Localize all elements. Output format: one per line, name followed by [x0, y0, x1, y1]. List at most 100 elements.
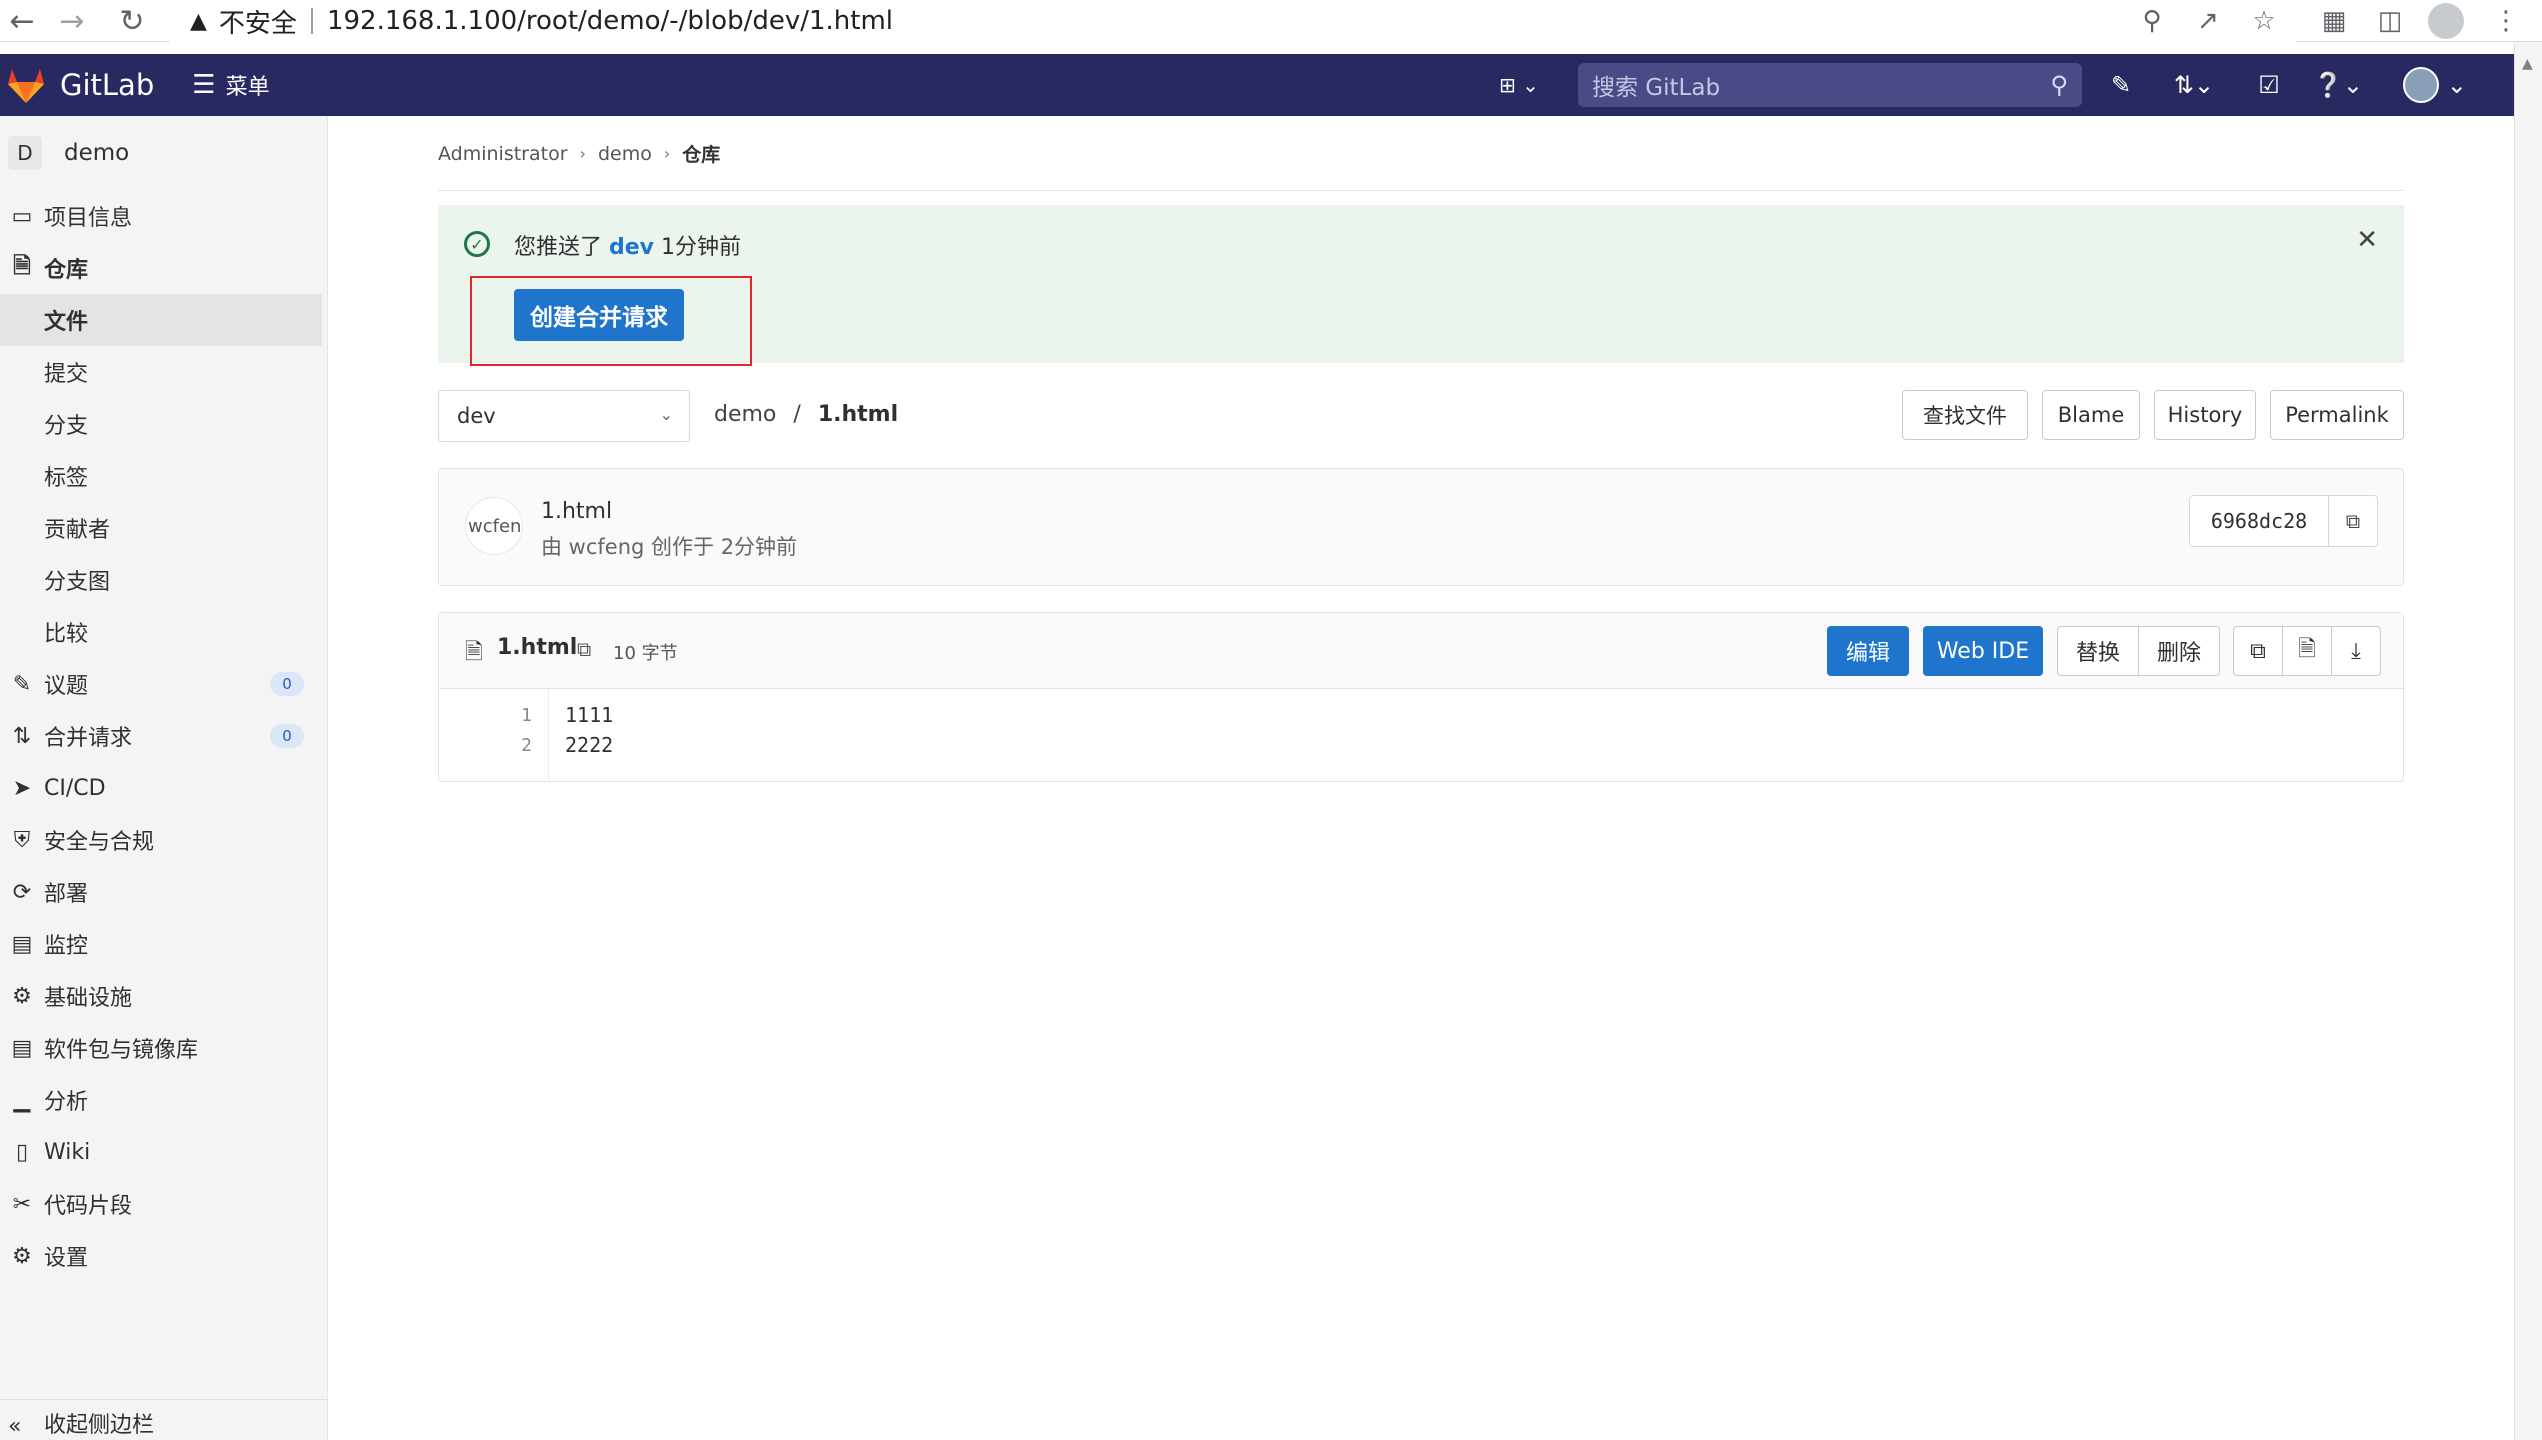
breadcrumb: Administrator › demo › 仓库 [438, 140, 720, 167]
bookmark-star-icon[interactable]: ☆ [2242, 0, 2286, 42]
breadcrumb-item-admin[interactable]: Administrator [438, 143, 568, 165]
sidebar-item-infrastructure[interactable]: ⚙ 基础设施 [0, 970, 327, 1022]
todos-nav-icon[interactable]: ☑ [2254, 66, 2284, 104]
profile-icon[interactable] [2424, 0, 2468, 42]
warning-icon: ▲ [190, 8, 207, 34]
shield-icon: ⛨ [13, 827, 31, 853]
browser-menu-icon[interactable]: ⋮ [2484, 0, 2528, 42]
new-dropdown-button[interactable]: ⊞ ⌄ [1494, 68, 1544, 102]
sidebar-item-cicd[interactable]: ➤ CI/CD [0, 762, 327, 814]
help-nav-icon[interactable]: ❔⌄ [2310, 66, 2366, 104]
blame-button[interactable]: Blame [2042, 390, 2140, 440]
path-root-link[interactable]: demo [714, 402, 776, 427]
monitor-icon: ▤ [11, 931, 33, 957]
gear-icon: ⚙ [12, 1243, 32, 1269]
sidebar-item-project-info[interactable]: ▭ 项目信息 [0, 190, 327, 242]
security-label: 不安全 [218, 8, 297, 39]
chevron-down-icon: ⌄ [659, 405, 673, 424]
scroll-up-icon[interactable]: ▲ [2522, 56, 2533, 72]
sidebar-item-files[interactable]: 文件 [0, 294, 322, 346]
chevron-right-icon: › [579, 144, 586, 163]
gitlab-logo[interactable]: GitLab [6, 66, 154, 104]
merge-requests-nav-icon[interactable]: ⇅⌄ [2168, 66, 2220, 104]
close-icon[interactable]: ✕ [2356, 225, 2378, 255]
sidebar-item-analytics[interactable]: ▁ 分析 [0, 1074, 327, 1126]
commit-sha[interactable]: 6968dc28 [2189, 495, 2329, 547]
chevron-down-icon: ⌄ [2446, 71, 2467, 99]
sidebar-item-deployments[interactable]: ⟳ 部署 [0, 866, 327, 918]
replace-button[interactable]: 替换 [2057, 626, 2139, 676]
sidebar-item-compare[interactable]: 比较 [0, 606, 327, 658]
file-header: 🗎 1.html ⧉ 10 字节 编辑 Web IDE 替换 删除 ⧉ 🗎 ⤓ [439, 613, 2403, 689]
sidebar-item-snippets[interactable]: ✂ 代码片段 [0, 1178, 327, 1230]
forward-icon[interactable]: → [50, 0, 94, 42]
sidebar-item-commits[interactable]: 提交 [0, 346, 327, 398]
browser-toolbar: ← → ↻ ▲ 不安全 192.168.1.100/root/demo/-/bl… [0, 0, 2542, 42]
history-button[interactable]: History [2154, 390, 2256, 440]
sidebar-item-monitor[interactable]: ▤ 监控 [0, 918, 327, 970]
menu-button[interactable]: ☰ 菜单 [192, 69, 269, 101]
permalink-button[interactable]: Permalink [2270, 390, 2404, 440]
sidebar-item-tags[interactable]: 标签 [0, 450, 327, 502]
collapse-icon: « [8, 1414, 22, 1439]
find-file-button[interactable]: 查找文件 [1902, 390, 2028, 440]
sidebar-item-graph[interactable]: 分支图 [0, 554, 327, 606]
open-raw-icon[interactable]: 🗎 [2282, 626, 2332, 676]
copy-contents-icon[interactable]: ⧉ [2233, 626, 2283, 676]
issues-nav-icon[interactable]: ✎ [2106, 66, 2136, 104]
line-number[interactable]: 1 [521, 705, 532, 726]
divider [438, 190, 2404, 191]
app-name: GitLab [60, 68, 155, 102]
user-menu-button[interactable]: ⌄ [2400, 66, 2470, 104]
zoom-icon[interactable]: ⚲ [2130, 0, 2174, 42]
extensions-icon[interactable]: ▦ [2312, 0, 2356, 42]
code-line: 1111 [565, 703, 614, 727]
side-panel-icon[interactable]: ◫ [2368, 0, 2412, 42]
collapse-sidebar-button[interactable]: «收起侧边栏 [0, 1399, 328, 1439]
pushed-branch-link[interactable]: dev [609, 235, 654, 260]
download-icon[interactable]: ⤓ [2331, 626, 2381, 676]
back-icon[interactable]: ← [0, 0, 44, 42]
project-sidebar: D demo ▭ 项目信息 🗎 仓库 文件 提交 分支 标签 贡献者 分支图 比较 … [0, 116, 328, 1440]
commit-title[interactable]: 1.html [541, 499, 612, 524]
sidebar-item-settings[interactable]: ⚙ 设置 [0, 1230, 327, 1282]
plus-square-icon: ⊞ [1499, 73, 1516, 97]
chevron-down-icon: ⌄ [1522, 73, 1539, 97]
edit-button[interactable]: 编辑 [1827, 626, 1909, 676]
sidebar-item-contributors[interactable]: 贡献者 [0, 502, 327, 554]
delete-button[interactable]: 删除 [2138, 626, 2220, 676]
line-number[interactable]: 2 [521, 735, 532, 756]
avatar: wcfeng [465, 497, 523, 555]
address-bar[interactable]: ▲ 不安全 192.168.1.100/root/demo/-/blob/dev… [170, 0, 2296, 42]
book-icon: ▯ [15, 1139, 29, 1165]
sidebar-project-header[interactable]: D demo [0, 116, 327, 190]
sidebar-item-wiki[interactable]: ▯ Wiki [0, 1126, 327, 1178]
issues-count-badge: 0 [270, 672, 304, 696]
sidebar-item-packages[interactable]: ▤ 软件包与镜像库 [0, 1022, 327, 1074]
line-number-gutter: 1 2 [439, 689, 549, 781]
chevron-right-icon: › [663, 144, 671, 163]
search-input[interactable]: 搜索 GitLab ⚲ [1578, 63, 2082, 107]
web-ide-button[interactable]: Web IDE [1923, 626, 2043, 676]
breadcrumb-item-repository[interactable]: 仓库 [682, 140, 720, 167]
copy-path-icon[interactable]: ⧉ [577, 637, 591, 661]
commit-meta: 由 wcfeng 创作于 2分钟前 [541, 535, 798, 559]
deployments-icon: ⟳ [12, 879, 32, 905]
sidebar-item-repository[interactable]: 🗎 仓库 [0, 242, 327, 294]
copy-sha-icon[interactable]: ⧉ [2328, 495, 2378, 547]
info-icon: ▭ [11, 203, 33, 229]
sidebar-item-security[interactable]: ⛨ 安全与合规 [0, 814, 327, 866]
sidebar-item-merge-requests[interactable]: ⇅ 合并请求 0 [0, 710, 327, 762]
breadcrumb-item-project[interactable]: demo [598, 143, 652, 165]
file-icon: 🗎 [465, 640, 483, 665]
branch-selector[interactable]: dev ⌄ [438, 390, 690, 442]
share-icon[interactable]: ↗ [2186, 0, 2230, 42]
reload-icon[interactable]: ↻ [110, 0, 154, 42]
sidebar-item-branches[interactable]: 分支 [0, 398, 327, 450]
check-circle-icon: ✓ [464, 231, 490, 257]
page-scrollbar[interactable]: ▲ [2514, 42, 2542, 1440]
repository-icon: 🗎 [13, 254, 31, 279]
sidebar-item-issues[interactable]: ✎ 议题 0 [0, 658, 327, 710]
url-text[interactable]: 192.168.1.100/root/demo/-/blob/dev/1.htm… [327, 6, 893, 36]
code-content: 1 2 1111 2222 [439, 689, 2403, 781]
